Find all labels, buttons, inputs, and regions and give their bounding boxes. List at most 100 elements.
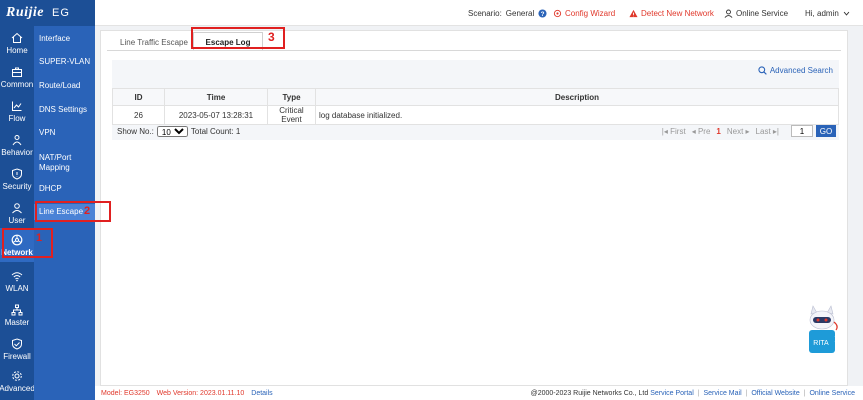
show-no-label: Show No.: bbox=[117, 126, 154, 136]
gear-icon bbox=[12, 370, 22, 381]
tab-line-traffic-escape[interactable]: Line Traffic Escape bbox=[109, 33, 199, 51]
official-website-link[interactable]: Official Website bbox=[751, 390, 799, 397]
go-button[interactable]: GO bbox=[816, 125, 836, 137]
annotation-number-1: 1 bbox=[36, 232, 43, 244]
details-link[interactable]: Details bbox=[251, 390, 272, 397]
warning-icon bbox=[629, 9, 638, 18]
service-mail-link[interactable]: Service Mail bbox=[704, 390, 742, 397]
current-page[interactable]: 1 bbox=[716, 127, 720, 136]
table-row[interactable]: 26 2023-05-07 13:28:31 Critical Event lo… bbox=[112, 105, 839, 125]
online-service-label: Online Service bbox=[736, 9, 789, 18]
rita-label: RITA bbox=[813, 340, 829, 347]
rail-label: Advanced bbox=[0, 383, 35, 393]
rail-item-master[interactable]: Master bbox=[0, 298, 34, 332]
next-page-link[interactable]: Next ▸ bbox=[727, 127, 750, 136]
cell-type: Critical Event bbox=[267, 105, 316, 125]
top-bar: Scenario: General ? Config Wizard Detect… bbox=[95, 0, 863, 26]
user-menu[interactable]: Hi, admin bbox=[805, 9, 853, 18]
footer-online-service-link[interactable]: Online Service bbox=[809, 390, 855, 397]
scenario-selector[interactable]: Scenario: General ? bbox=[468, 9, 550, 18]
annotation-number-2: 2 bbox=[84, 205, 91, 217]
rail-item-advanced[interactable]: Advanced bbox=[0, 364, 35, 398]
user-icon bbox=[12, 202, 22, 213]
rail-label: Home bbox=[6, 45, 28, 55]
annotation-box-network bbox=[2, 228, 53, 258]
escape-log-table: ID Time Type Description 26 2023-05-07 1… bbox=[112, 88, 839, 125]
submenu-item-route-load[interactable]: Route/Load bbox=[34, 81, 95, 91]
firewall-icon bbox=[12, 337, 22, 350]
scenario-value: General bbox=[505, 9, 535, 18]
rail-item-firewall[interactable]: Firewall bbox=[0, 332, 34, 366]
copyright-text: @2000-2023 Ruijie Networks Co., Ltd bbox=[530, 389, 649, 397]
footer-separator: | bbox=[745, 389, 748, 397]
cell-time: 2023-05-07 13:28:31 bbox=[164, 105, 268, 125]
model-label: Model: EG3250 bbox=[101, 389, 150, 397]
detect-network-link[interactable]: Detect New Network bbox=[629, 9, 714, 18]
primary-nav: Home Common Flow Behavior Security User … bbox=[0, 0, 35, 400]
advanced-search-link[interactable]: Advanced Search bbox=[758, 66, 833, 75]
svg-text:?: ? bbox=[541, 11, 545, 18]
column-header-description[interactable]: Description bbox=[315, 88, 839, 106]
next-page-label: Next bbox=[726, 126, 744, 136]
footer-separator: | bbox=[803, 389, 806, 397]
last-page-label: Last bbox=[755, 126, 771, 136]
column-header-time[interactable]: Time bbox=[164, 88, 268, 106]
rail-label: Flow bbox=[8, 113, 26, 123]
table-header-row: ID Time Type Description bbox=[112, 88, 839, 106]
first-page-link[interactable]: |◂ First bbox=[662, 127, 686, 136]
cell-id: 26 bbox=[112, 105, 165, 125]
rail-label: Master bbox=[4, 317, 30, 327]
home-icon bbox=[11, 32, 23, 43]
brand-name: Ruijie bbox=[6, 5, 45, 20]
tab-divider bbox=[107, 50, 841, 51]
submenu-item-dhcp[interactable]: DHCP bbox=[34, 184, 95, 194]
prev-page-link[interactable]: ◂ Pre bbox=[692, 127, 711, 136]
rail-item-flow[interactable]: Flow bbox=[0, 94, 34, 128]
briefcase-icon bbox=[12, 67, 22, 77]
column-header-type[interactable]: Type bbox=[267, 88, 316, 106]
search-icon bbox=[758, 66, 767, 75]
chart-icon bbox=[12, 101, 22, 111]
cell-description: log database initialized. bbox=[315, 105, 839, 125]
advanced-search-label: Advanced Search bbox=[769, 66, 833, 75]
rail-item-wlan[interactable]: WLAN bbox=[0, 264, 34, 298]
submenu-item-nat-port-mapping[interactable]: NAT/Port Mapping bbox=[34, 153, 90, 173]
footer-separator: | bbox=[697, 389, 700, 397]
scenario-label: Scenario: bbox=[468, 9, 502, 18]
config-wizard-link[interactable]: Config Wizard bbox=[553, 9, 615, 18]
person-icon bbox=[724, 9, 733, 18]
rail-item-security[interactable]: Security bbox=[0, 162, 34, 196]
wifi-icon bbox=[11, 271, 23, 281]
page-size-select[interactable]: 10 bbox=[156, 125, 188, 137]
submenu-item-interface[interactable]: Interface bbox=[34, 34, 95, 44]
submenu-item-vpn[interactable]: VPN bbox=[34, 128, 95, 138]
online-service-link[interactable]: Online Service bbox=[724, 9, 788, 18]
rail-label: User bbox=[8, 215, 26, 225]
rail-label: Behavior bbox=[1, 147, 33, 157]
footer: Model: EG3250 Web Version: 2023.01.11.10… bbox=[95, 386, 863, 400]
goto-page-input[interactable] bbox=[791, 125, 813, 137]
submenu-item-super-vlan[interactable]: SUPER-VLAN bbox=[34, 57, 95, 67]
rail-label: Firewall bbox=[3, 351, 31, 361]
last-page-link[interactable]: Last ▸| bbox=[756, 127, 779, 136]
rita-assistant[interactable]: RITA bbox=[804, 300, 840, 358]
rail-item-common[interactable]: Common bbox=[0, 60, 34, 94]
shield-icon bbox=[12, 167, 22, 180]
rail-item-user[interactable]: User bbox=[0, 196, 34, 230]
total-count-label: Total Count: 1 bbox=[190, 126, 241, 136]
brand-logo[interactable]: Ruijie EG bbox=[0, 0, 95, 26]
behavior-icon bbox=[12, 134, 22, 145]
main-panel: Line Traffic Escape Escape Log Advanced … bbox=[100, 30, 848, 386]
first-page-label: First bbox=[670, 126, 686, 136]
help-icon[interactable]: ? bbox=[538, 9, 547, 18]
pagination-bar: Show No.: 10 Total Count: 1 |◂ First ◂ P… bbox=[112, 123, 839, 139]
wizard-icon bbox=[553, 9, 562, 18]
log-content: Advanced Search ID Time Type Description… bbox=[112, 60, 839, 140]
submenu-item-dns-settings[interactable]: DNS Settings bbox=[34, 105, 95, 115]
service-portal-link[interactable]: Service Portal bbox=[650, 390, 694, 397]
topology-icon bbox=[11, 304, 23, 315]
rail-item-home[interactable]: Home bbox=[0, 26, 34, 60]
rail-item-behavior[interactable]: Behavior bbox=[0, 128, 34, 162]
prev-page-label: Pre bbox=[697, 126, 711, 136]
column-header-id[interactable]: ID bbox=[112, 88, 165, 106]
